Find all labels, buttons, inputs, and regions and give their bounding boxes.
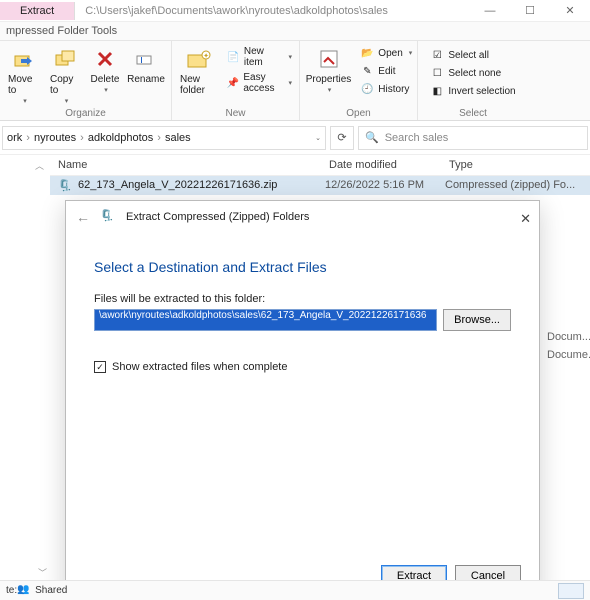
show-files-checkbox[interactable]: ✓ bbox=[94, 361, 106, 373]
chevron-right-icon: › bbox=[76, 132, 88, 144]
select-none-icon: ☐ bbox=[430, 66, 444, 80]
history-icon: 🕘 bbox=[360, 82, 374, 96]
rename-button[interactable]: Rename bbox=[125, 43, 167, 87]
group-organize: Organize bbox=[65, 107, 106, 120]
destination-path-input[interactable]: \awork\nyroutes\adkoldphotos\sales\62_17… bbox=[94, 309, 437, 331]
delete-icon bbox=[91, 45, 119, 73]
file-type: Compressed (zipped) Fo... bbox=[445, 179, 575, 192]
chevron-down-icon: ▾ bbox=[328, 86, 332, 94]
history-button[interactable]: 🕘History bbox=[357, 81, 415, 97]
chevron-down-icon: ▾ bbox=[409, 49, 413, 57]
status-bar: te: 👥 Shared bbox=[0, 580, 590, 600]
details-view-button[interactable] bbox=[558, 583, 584, 599]
browse-button[interactable]: Browse... bbox=[443, 309, 511, 331]
scroll-down-icon[interactable]: ﹀ bbox=[38, 566, 47, 579]
select-all-button[interactable]: ☑Select all bbox=[427, 47, 518, 63]
ribbon-subtitle: mpressed Folder Tools bbox=[0, 22, 590, 41]
search-input[interactable]: 🔍 Search sales bbox=[358, 126, 588, 150]
properties-icon bbox=[315, 45, 343, 73]
search-icon: 🔍 bbox=[365, 131, 379, 144]
status-prefix: te: bbox=[6, 585, 17, 596]
scroll-up-icon[interactable]: ︿ bbox=[35, 159, 44, 172]
edit-icon: ✎ bbox=[360, 64, 374, 78]
new-folder-icon: ✦ bbox=[185, 45, 213, 73]
crumb-1[interactable]: nyroutes bbox=[34, 132, 76, 144]
dialog-label: Files will be extracted to this folder: bbox=[94, 293, 511, 305]
ribbon: Move to▾ Copy to▾ Delete▾ Rename Organiz… bbox=[0, 41, 590, 121]
dialog-close-button[interactable]: ✕ bbox=[520, 211, 531, 227]
maximize-button[interactable]: ☐ bbox=[510, 0, 550, 22]
search-placeholder: Search sales bbox=[385, 132, 449, 144]
group-new: New bbox=[225, 107, 245, 120]
back-button[interactable]: ← bbox=[76, 209, 90, 225]
chevron-down-icon: ▾ bbox=[23, 97, 27, 105]
column-type[interactable]: Type bbox=[445, 155, 590, 175]
row-type-peek: Docum... bbox=[547, 331, 590, 343]
file-row[interactable]: 🗜️ 62_173_Angela_V_20221226171636.zip 12… bbox=[50, 176, 590, 195]
close-button[interactable]: ✕ bbox=[550, 0, 590, 22]
invert-icon: ◧ bbox=[430, 84, 444, 98]
crumb-0[interactable]: ork bbox=[7, 132, 22, 144]
zip-icon: 🗜️ bbox=[58, 179, 74, 192]
breadcrumb[interactable]: ork› nyroutes› adkoldphotos› sales ⌄ bbox=[2, 126, 326, 150]
chevron-down-icon: ▾ bbox=[288, 53, 292, 61]
zip-folder-icon: 🗜️ bbox=[100, 209, 116, 225]
properties-button[interactable]: Properties▾ bbox=[302, 43, 356, 96]
shared-label: Shared bbox=[35, 585, 67, 596]
dialog-title: Extract Compressed (Zipped) Folders bbox=[126, 211, 309, 223]
ribbon-tab-extract[interactable]: Extract bbox=[0, 2, 75, 20]
select-all-icon: ☑ bbox=[430, 48, 444, 62]
crumb-3[interactable]: sales bbox=[165, 132, 191, 144]
chevron-right-icon: › bbox=[22, 132, 34, 144]
open-button[interactable]: 📂Open▾ bbox=[357, 45, 415, 61]
easy-access-icon: 📌 bbox=[227, 76, 239, 90]
dialog-heading: Select a Destination and Extract Files bbox=[94, 259, 511, 275]
invert-selection-button[interactable]: ◧Invert selection bbox=[427, 83, 518, 99]
group-select: Select bbox=[459, 107, 487, 120]
extract-dialog: ← 🗜️ Extract Compressed (Zipped) Folders… bbox=[65, 200, 540, 598]
move-to-button[interactable]: Move to▾ bbox=[4, 43, 44, 107]
file-name: 62_173_Angela_V_20221226171636.zip bbox=[78, 179, 325, 192]
show-files-label: Show extracted files when complete bbox=[112, 361, 287, 373]
move-to-icon bbox=[10, 45, 38, 73]
column-name[interactable]: Name bbox=[50, 155, 325, 175]
svg-text:✦: ✦ bbox=[203, 52, 209, 60]
group-open: Open bbox=[346, 107, 370, 120]
row-type-peek: Docume... bbox=[547, 349, 590, 361]
chevron-down-icon[interactable]: ⌄ bbox=[315, 134, 321, 142]
copy-to-icon bbox=[52, 45, 80, 73]
open-icon: 📂 bbox=[360, 46, 374, 60]
rename-icon bbox=[132, 45, 160, 73]
copy-to-button[interactable]: Copy to▾ bbox=[46, 43, 85, 107]
delete-button[interactable]: Delete▾ bbox=[87, 43, 123, 96]
edit-button[interactable]: ✎Edit bbox=[357, 63, 415, 79]
file-date: 12/26/2022 5:16 PM bbox=[325, 179, 445, 192]
new-folder-button[interactable]: ✦ New folder bbox=[176, 43, 222, 98]
easy-access-button[interactable]: 📌Easy access▾ bbox=[224, 71, 295, 95]
window-path: C:\Users\jakef\Documents\awork\nyroutes\… bbox=[75, 5, 470, 17]
select-none-button[interactable]: ☐Select none bbox=[427, 65, 518, 81]
new-item-icon: 📄 bbox=[227, 50, 240, 64]
crumb-2[interactable]: adkoldphotos bbox=[88, 132, 153, 144]
chevron-right-icon: › bbox=[153, 132, 165, 144]
refresh-button[interactable]: ⟳ bbox=[330, 126, 354, 150]
new-item-button[interactable]: 📄New item▾ bbox=[224, 45, 295, 69]
chevron-down-icon: ▾ bbox=[288, 79, 292, 87]
column-date[interactable]: Date modified bbox=[325, 155, 445, 175]
minimize-button[interactable]: — bbox=[470, 0, 510, 22]
chevron-down-icon: ▾ bbox=[65, 97, 69, 105]
chevron-down-icon: ▾ bbox=[104, 86, 108, 94]
shared-icon: 👥 bbox=[17, 584, 31, 598]
